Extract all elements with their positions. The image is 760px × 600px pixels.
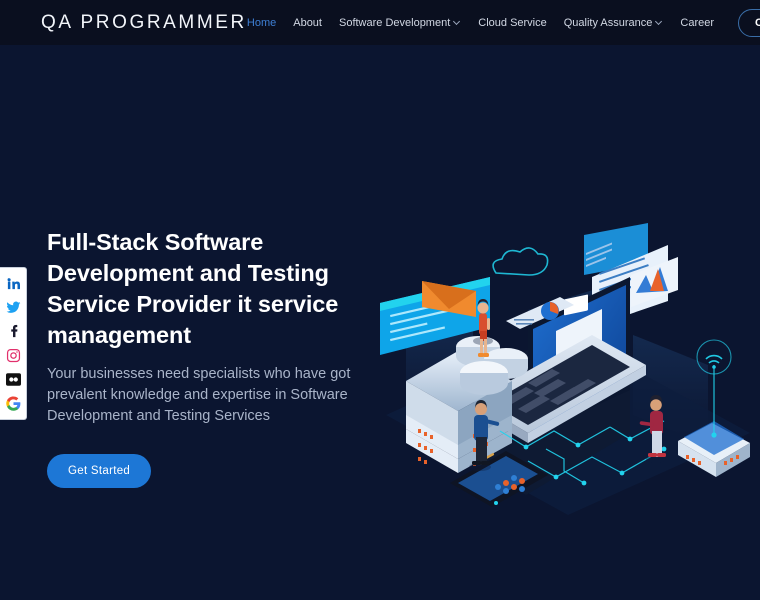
hero-copy: Full-Stack Software Development and Test… bbox=[47, 227, 387, 488]
linkedin-icon[interactable] bbox=[4, 274, 23, 293]
isometric-software-development-illustration bbox=[378, 215, 758, 515]
site-header: QA PROGRAMMER Home About Software Develo… bbox=[0, 0, 760, 45]
nav-item-home[interactable]: Home bbox=[247, 17, 276, 29]
nav-item-about[interactable]: About bbox=[293, 17, 322, 29]
social-share-rail bbox=[0, 267, 27, 420]
nav-item-label: Career bbox=[680, 16, 715, 29]
nav-item-label: About bbox=[293, 16, 322, 29]
contact-us-button[interactable]: Contact Us bbox=[738, 8, 760, 37]
chevron-down-icon bbox=[656, 18, 663, 25]
nav-item-quality-assurance[interactable]: Quality Assurance bbox=[564, 17, 664, 29]
nav-item-label: Home bbox=[246, 16, 277, 29]
chevron-down-icon bbox=[454, 18, 461, 25]
flickr-icon[interactable] bbox=[4, 370, 23, 389]
facebook-icon[interactable] bbox=[4, 322, 23, 341]
twitter-icon[interactable] bbox=[4, 298, 23, 317]
google-icon[interactable] bbox=[4, 394, 23, 413]
hero-section: Full-Stack Software Development and Test… bbox=[0, 45, 760, 600]
cloud-icon bbox=[492, 247, 549, 276]
nav-item-label: Quality Assurance bbox=[563, 16, 653, 29]
page-title: Full-Stack Software Development and Test… bbox=[47, 229, 339, 348]
nav-item-software-development[interactable]: Software Development bbox=[339, 17, 461, 29]
nav-item-label: Cloud Service bbox=[478, 16, 547, 29]
site-logo[interactable]: QA PROGRAMMER bbox=[41, 12, 247, 34]
nav-item-cloud-service[interactable]: Cloud Service bbox=[478, 17, 546, 29]
main-navigation: Home About Software Development Cloud Se… bbox=[247, 8, 760, 37]
hero-subtitle: Your businesses need specialists who hav… bbox=[47, 366, 351, 424]
get-started-button[interactable]: Get Started bbox=[47, 454, 152, 488]
instagram-icon[interactable] bbox=[4, 346, 23, 365]
nav-item-career[interactable]: Career bbox=[680, 17, 714, 29]
nav-item-label: Software Development bbox=[338, 16, 451, 29]
